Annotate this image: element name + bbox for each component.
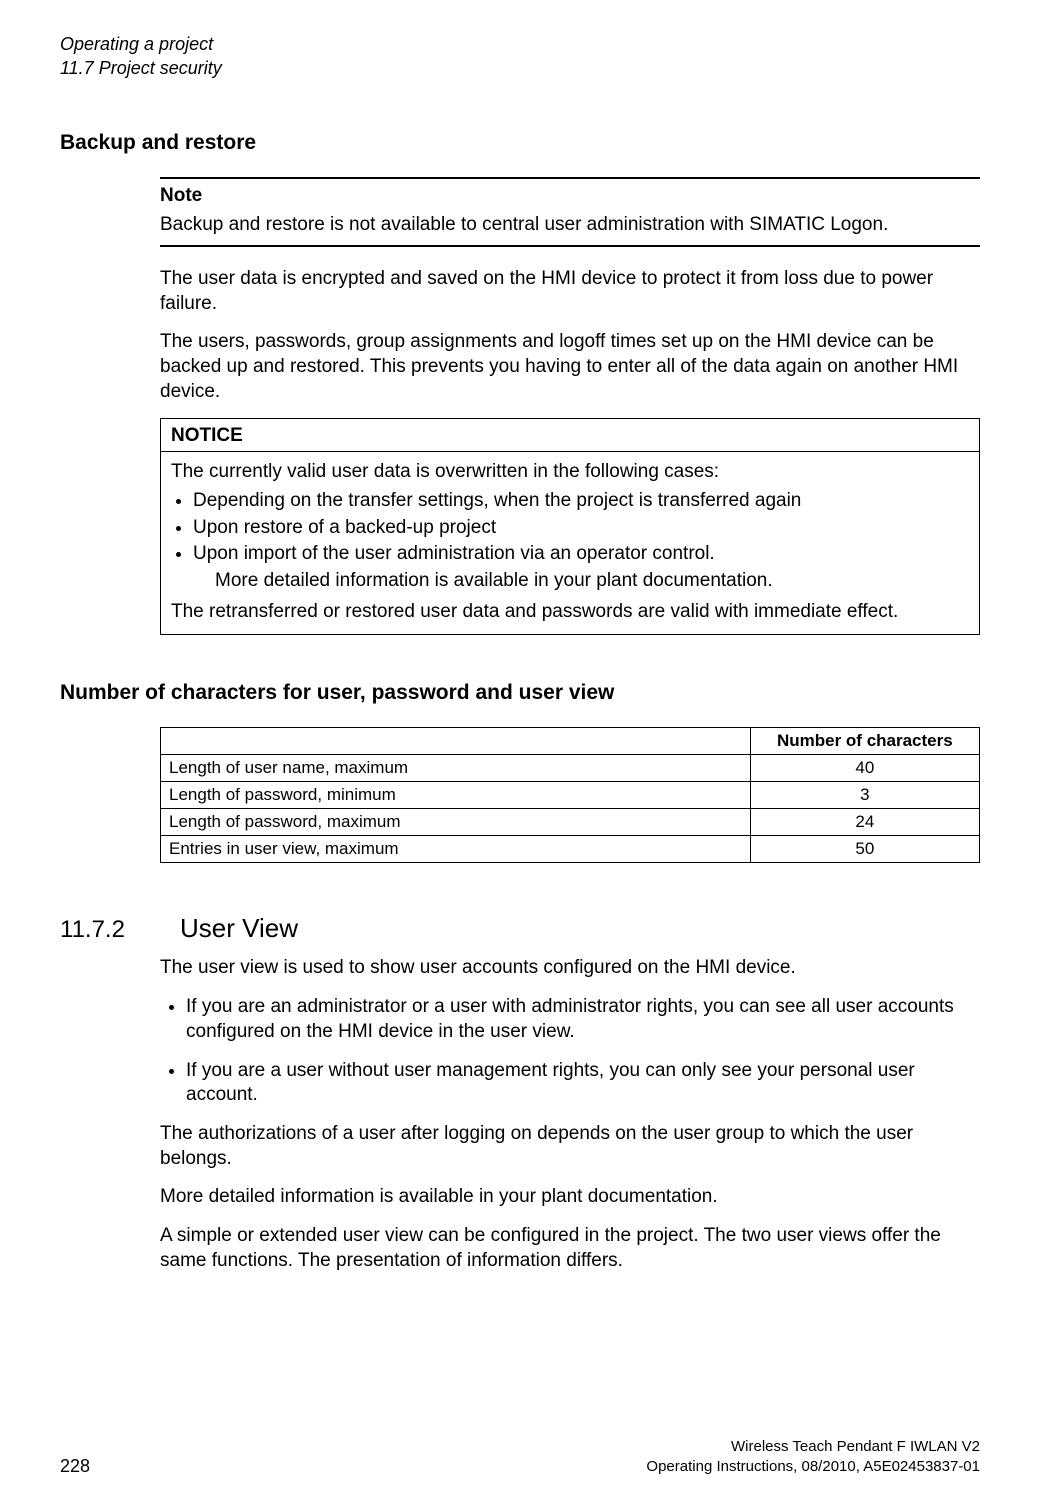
- table-row: Length of password, minimum 3: [161, 782, 980, 809]
- note-top-rule: [160, 177, 980, 179]
- backup-paragraph-1: The user data is encrypted and saved on …: [160, 267, 980, 316]
- notice-item-3: Upon import of the user administration v…: [193, 542, 969, 593]
- table-cell-value: 50: [750, 836, 979, 863]
- running-header: Operating a project 11.7 Project securit…: [60, 32, 980, 81]
- notice-item-3-text: Upon import of the user administration v…: [193, 543, 715, 564]
- userview-content: The user view is used to show user accou…: [160, 956, 980, 1273]
- userview-list: If you are an administrator or a user wi…: [160, 995, 980, 1108]
- notice-box: NOTICE The currently valid user data is …: [160, 418, 980, 635]
- note-label: Note: [160, 185, 980, 207]
- table-header-row: Number of characters: [161, 728, 980, 755]
- chars-table: Number of characters Length of user name…: [160, 727, 980, 863]
- section-number: 11.7.2: [60, 916, 140, 944]
- backup-content: Note Backup and restore is not available…: [160, 177, 980, 636]
- table-row: Entries in user view, maximum 50: [161, 836, 980, 863]
- section-heading-row: 11.7.2 User View: [60, 913, 980, 944]
- chars-table-wrapper: Number of characters Length of user name…: [160, 727, 980, 863]
- userview-para-2: The authorizations of a user after loggi…: [160, 1122, 980, 1171]
- heading-backup-restore: Backup and restore: [60, 131, 980, 155]
- table-cell-label: Entries in user view, maximum: [161, 836, 751, 863]
- table-header-blank: [161, 728, 751, 755]
- table-cell-value: 40: [750, 755, 979, 782]
- table-cell-value: 24: [750, 809, 979, 836]
- page: Operating a project 11.7 Project securit…: [0, 0, 1040, 1509]
- table-cell-label: Length of user name, maximum: [161, 755, 751, 782]
- table-cell-label: Length of password, maximum: [161, 809, 751, 836]
- userview-list-item-1: If you are an administrator or a user wi…: [186, 995, 980, 1044]
- page-footer: 228 Wireless Teach Pendant F IWLAN V2 Op…: [60, 1437, 980, 1478]
- running-header-line2: 11.7 Project security: [60, 56, 980, 80]
- notice-list: Depending on the transfer settings, when…: [171, 489, 969, 594]
- running-header-line1: Operating a project: [60, 32, 980, 56]
- notice-body: The currently valid user data is overwri…: [161, 452, 979, 634]
- userview-para-1: The user view is used to show user accou…: [160, 956, 980, 981]
- backup-paragraph-2: The users, passwords, group assignments …: [160, 330, 980, 404]
- table-cell-value: 3: [750, 782, 979, 809]
- notice-item-1: Depending on the transfer settings, when…: [193, 489, 969, 514]
- notice-outro: The retransferred or restored user data …: [171, 600, 969, 625]
- notice-item-2: Upon restore of a backed-up project: [193, 516, 969, 541]
- table-cell-label: Length of password, minimum: [161, 782, 751, 809]
- table-header-num: Number of characters: [750, 728, 979, 755]
- footer-doc-title: Wireless Teach Pendant F IWLAN V2: [646, 1437, 980, 1457]
- notice-intro: The currently valid user data is overwri…: [171, 460, 969, 485]
- userview-list-item-2: If you are a user without user managemen…: [186, 1059, 980, 1108]
- notice-item-3-sub: More detailed information is available i…: [215, 569, 969, 594]
- footer-right: Wireless Teach Pendant F IWLAN V2 Operat…: [646, 1437, 980, 1478]
- note-bottom-rule: [160, 245, 980, 247]
- section-title: User View: [180, 913, 298, 944]
- footer-page-number: 228: [60, 1456, 90, 1477]
- notice-label: NOTICE: [161, 419, 979, 452]
- heading-number-of-characters: Number of characters for user, password …: [60, 681, 980, 705]
- footer-doc-info: Operating Instructions, 08/2010, A5E0245…: [646, 1457, 980, 1477]
- userview-para-3: More detailed information is available i…: [160, 1185, 980, 1210]
- table-row: Length of user name, maximum 40: [161, 755, 980, 782]
- userview-para-4: A simple or extended user view can be co…: [160, 1224, 980, 1273]
- table-row: Length of password, maximum 24: [161, 809, 980, 836]
- note-text: Backup and restore is not available to c…: [160, 213, 980, 237]
